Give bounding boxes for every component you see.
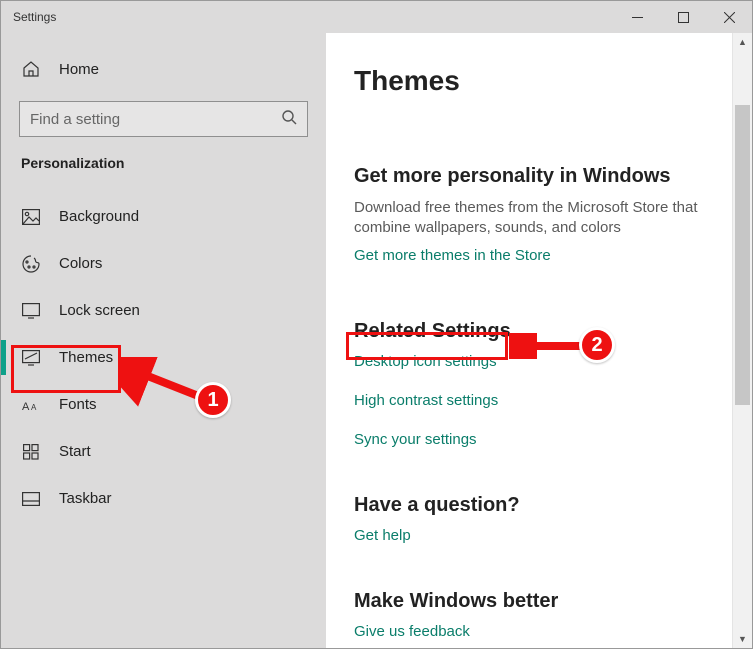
sidebar-item-lockscreen[interactable]: Lock screen xyxy=(1,287,326,334)
sidebar-item-taskbar[interactable]: Taskbar xyxy=(1,475,326,522)
sidebar-item-colors[interactable]: Colors xyxy=(1,240,326,287)
palette-icon xyxy=(21,255,41,273)
fonts-icon: AA xyxy=(21,398,41,412)
close-button[interactable] xyxy=(706,1,752,33)
sidebar-item-start[interactable]: Start xyxy=(1,428,326,475)
sidebar: Home Personalization Background xyxy=(1,33,326,648)
sidebar-item-label: Start xyxy=(59,443,91,460)
link-give-feedback[interactable]: Give us feedback xyxy=(354,623,470,640)
better-title: Make Windows better xyxy=(354,590,712,613)
scroll-down-icon[interactable]: ▼ xyxy=(733,630,752,648)
sidebar-item-background[interactable]: Background xyxy=(1,193,326,240)
annotation-badge-2: 2 xyxy=(579,327,615,363)
sidebar-section-title: Personalization xyxy=(1,155,326,171)
promo-title: Get more personality in Windows xyxy=(354,165,712,188)
maximize-button[interactable] xyxy=(660,1,706,33)
sidebar-item-label: Themes xyxy=(59,349,113,366)
image-icon xyxy=(21,209,41,225)
svg-text:A: A xyxy=(22,401,30,412)
section-question: Have a question? Get help xyxy=(354,494,712,554)
home-label: Home xyxy=(59,61,99,78)
link-get-more-themes[interactable]: Get more themes in the Store xyxy=(354,247,551,264)
search-box[interactable] xyxy=(19,101,308,137)
titlebar: Settings xyxy=(1,1,752,33)
search-input[interactable] xyxy=(30,111,281,128)
scrollbar[interactable]: ▲ ▼ xyxy=(732,33,752,648)
link-sync-your-settings[interactable]: Sync your settings xyxy=(354,431,712,448)
taskbar-icon xyxy=(21,492,41,506)
scroll-up-icon[interactable]: ▲ xyxy=(733,33,752,51)
link-get-help[interactable]: Get help xyxy=(354,527,411,544)
sidebar-item-label: Colors xyxy=(59,255,102,272)
sidebar-item-label: Lock screen xyxy=(59,302,140,319)
scrollbar-thumb[interactable] xyxy=(735,105,750,405)
window-controls xyxy=(614,1,752,33)
minimize-button[interactable] xyxy=(614,1,660,33)
start-icon xyxy=(21,444,41,460)
question-title: Have a question? xyxy=(354,494,712,517)
sidebar-item-label: Background xyxy=(59,208,139,225)
page-title: Themes xyxy=(354,65,712,97)
themes-icon xyxy=(21,350,41,366)
link-high-contrast-settings[interactable]: High contrast settings xyxy=(354,392,712,409)
section-promo: Get more personality in Windows Download… xyxy=(354,165,712,274)
svg-text:A: A xyxy=(31,403,37,412)
annotation-arrow-2 xyxy=(509,333,589,359)
window-title: Settings xyxy=(13,10,56,24)
sidebar-item-label: Taskbar xyxy=(59,490,112,507)
annotation-badge-1: 1 xyxy=(195,382,231,418)
sidebar-home[interactable]: Home xyxy=(1,43,326,95)
section-better: Make Windows better Give us feedback xyxy=(354,590,712,650)
lockscreen-icon xyxy=(21,303,41,319)
search-icon xyxy=(281,109,297,130)
sidebar-item-label: Fonts xyxy=(59,396,97,413)
promo-body: Download free themes from the Microsoft … xyxy=(354,198,712,239)
home-icon xyxy=(21,60,41,78)
